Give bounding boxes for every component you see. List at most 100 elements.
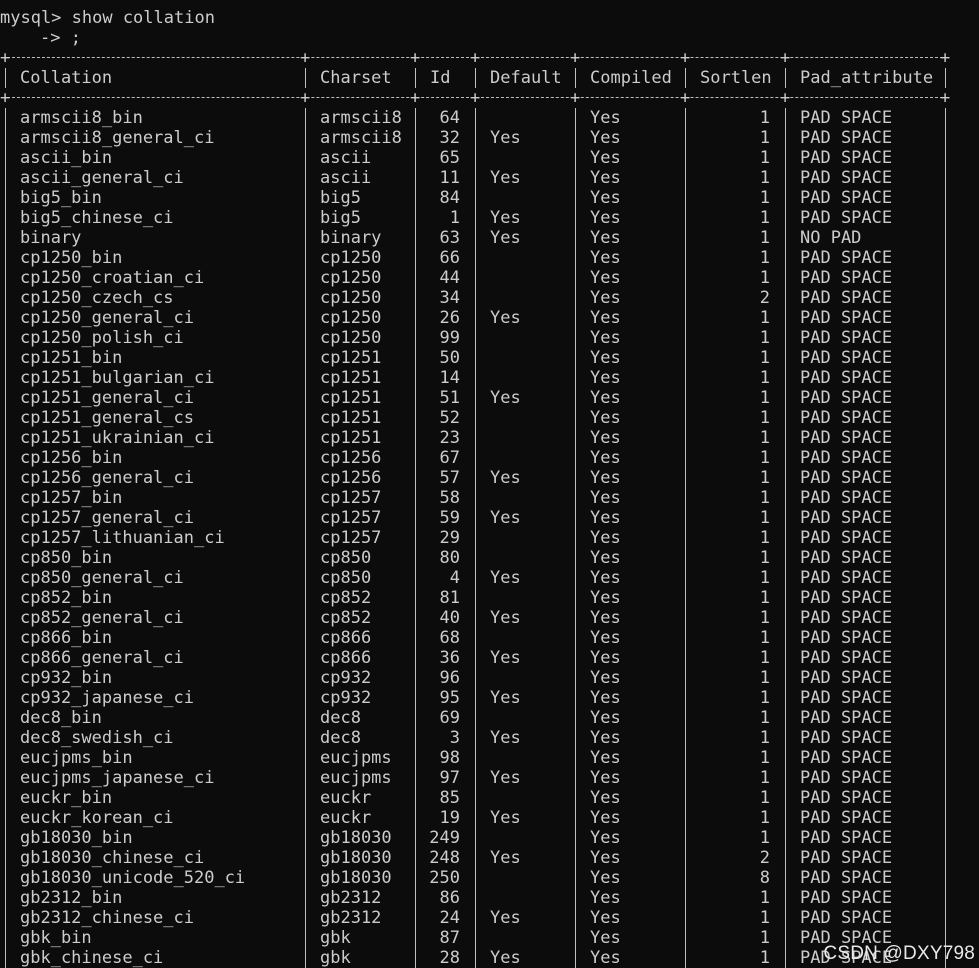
column-separator [475, 728, 476, 748]
cell-sortlen: 1 [759, 608, 770, 628]
cell-collation: cp1250_polish_ci [20, 328, 184, 348]
cell-id: 40 [439, 608, 460, 628]
cell-id: 51 [439, 388, 460, 408]
cell-compiled: Yes [590, 248, 621, 268]
cell-pad-attribute: PAD SPACE [800, 148, 893, 168]
cell-compiled: Yes [590, 908, 621, 928]
column-separator [305, 648, 306, 668]
column-separator [5, 748, 6, 768]
column-separator [5, 508, 6, 528]
cell-charset: cp1251 [320, 408, 382, 428]
cell-id: 23 [439, 428, 460, 448]
border-corner: + [410, 88, 421, 108]
cell-id: 67 [439, 448, 460, 468]
column-separator [475, 368, 476, 388]
column-separator [685, 628, 686, 648]
cell-sortlen: 2 [759, 848, 770, 868]
table-row: gb2312_bin gb2312 86 Yes 1 PAD SPACE [0, 888, 979, 908]
border-corner: + [780, 88, 791, 108]
column-separator [415, 668, 416, 688]
column-separator [685, 108, 686, 128]
cell-id: 32 [439, 128, 460, 148]
cell-pad-attribute: PAD SPACE [800, 728, 893, 748]
column-separator [575, 468, 576, 488]
cell-sortlen: 1 [759, 328, 770, 348]
cell-collation: cp1257_general_ci [20, 508, 194, 528]
column-separator [945, 688, 946, 708]
cell-compiled: Yes [590, 728, 621, 748]
cell-default: Yes [490, 208, 521, 228]
column-separator [945, 728, 946, 748]
column-separator [475, 828, 476, 848]
column-separator [5, 268, 6, 288]
cell-id: 36 [439, 648, 460, 668]
table-border-header: + + + + + + + + [0, 88, 979, 108]
column-separator [475, 848, 476, 868]
table-row: ascii_general_ci ascii 11 Yes Yes 1 PAD SPACE [0, 168, 979, 188]
column-separator [785, 348, 786, 368]
column-separator [575, 128, 576, 148]
column-separator [5, 328, 6, 348]
column-separator [945, 548, 946, 568]
table-row: cp1250_general_ci cp1250 26 Yes Yes 1 PAD SPAC… [0, 308, 979, 328]
cell-charset: gb2312 [320, 908, 382, 928]
column-separator [945, 468, 946, 488]
table-row: armscii8_general_ci armscii8 32 Yes Yes 1 PAD … [0, 128, 979, 148]
cell-charset: cp850 [320, 548, 372, 568]
column-separator [305, 828, 306, 848]
cell-charset: dec8 [320, 728, 361, 748]
cell-collation: big5_chinese_ci [20, 208, 174, 228]
column-separator [475, 628, 476, 648]
cell-sortlen: 1 [759, 788, 770, 808]
cell-charset: cp932 [320, 688, 372, 708]
column-separator [5, 308, 6, 328]
cell-pad-attribute: PAD SPACE [800, 308, 893, 328]
column-separator [785, 128, 786, 148]
column-separator [5, 588, 6, 608]
cell-id: 96 [439, 668, 460, 688]
column-separator [305, 808, 306, 828]
table-border-top: + + + + + + + + [0, 48, 979, 68]
column-separator [785, 808, 786, 828]
column-separator [785, 368, 786, 388]
terminal-output[interactable]: mysql> show collation -> ; + + + + + + + + Coll… [0, 8, 979, 968]
cell-compiled: Yes [590, 808, 621, 828]
column-separator [415, 268, 416, 288]
cell-compiled: Yes [590, 228, 621, 248]
table-row: cp866_general_ci cp866 36 Yes Yes 1 PAD SPACE [0, 648, 979, 668]
column-separator [685, 868, 686, 888]
cell-sortlen: 1 [759, 648, 770, 668]
column-separator [575, 408, 576, 428]
column-separator [5, 648, 6, 668]
column-separator [5, 448, 6, 468]
cell-sortlen: 1 [759, 688, 770, 708]
column-separator [5, 348, 6, 368]
column-separator [575, 428, 576, 448]
column-separator [415, 428, 416, 448]
column-separator [475, 908, 476, 928]
column-separator [475, 308, 476, 328]
column-separator [415, 228, 416, 248]
cell-sortlen: 1 [759, 568, 770, 588]
cell-compiled: Yes [590, 448, 621, 468]
column-separator [785, 328, 786, 348]
column-separator [305, 168, 306, 188]
cell-compiled: Yes [590, 108, 621, 128]
column-separator [475, 268, 476, 288]
cell-collation: eucjpms_japanese_ci [20, 768, 215, 788]
column-separator [475, 668, 476, 688]
table-header-row: Collation Charset Id Default Compiled Sortlen… [0, 68, 979, 88]
cell-id: 34 [439, 288, 460, 308]
column-separator [785, 288, 786, 308]
cell-default: Yes [490, 128, 521, 148]
cell-charset: cp852 [320, 588, 372, 608]
column-separator [415, 128, 416, 148]
column-separator [305, 928, 306, 948]
column-separator [475, 708, 476, 728]
cell-pad-attribute: PAD SPACE [800, 748, 893, 768]
cell-id: 85 [439, 788, 460, 808]
cell-sortlen: 1 [759, 828, 770, 848]
column-separator [305, 528, 306, 548]
column-separator [305, 388, 306, 408]
column-separator [945, 908, 946, 928]
